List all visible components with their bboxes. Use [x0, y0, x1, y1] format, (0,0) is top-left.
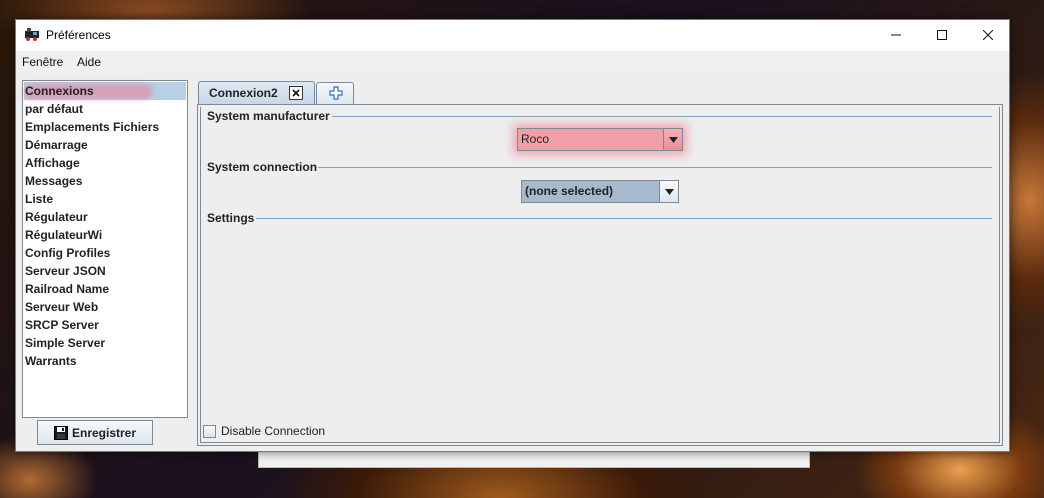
sidebar-item-label: Railroad Name: [25, 282, 110, 296]
preferences-window: Préférences Fenêtre Aide Connexions par …: [15, 19, 1010, 452]
sidebar-item-label: Emplacements Fichiers: [25, 120, 160, 134]
save-button[interactable]: Enregistrer: [37, 420, 153, 445]
menu-aide[interactable]: Aide: [77, 55, 101, 69]
floppy-disk-icon: [53, 425, 68, 440]
sidebar-item-affichage[interactable]: Affichage: [24, 154, 186, 172]
sidebar-item-label: Serveur JSON: [25, 264, 106, 278]
close-button[interactable]: [965, 20, 1011, 50]
system-connection-value: (none selected): [525, 184, 614, 198]
chevron-down-icon: [668, 136, 678, 143]
sidebar-item-warrants[interactable]: Warrants: [24, 352, 186, 370]
tab-close-button[interactable]: [289, 86, 303, 100]
sidebar-item-label: Connexions: [25, 84, 94, 98]
sidebar-item-regulateur[interactable]: Régulateur: [24, 208, 186, 226]
sidebar-item-srcp-server[interactable]: SRCP Server: [24, 316, 186, 334]
dropdown-arrow[interactable]: [659, 181, 678, 202]
maximize-button[interactable]: [919, 20, 965, 50]
connection-tab-panel: [197, 104, 1003, 446]
sidebar-item-emplacements-fichiers[interactable]: Emplacements Fichiers: [24, 118, 186, 136]
title-bar: Préférences: [16, 20, 1009, 51]
minimize-button[interactable]: [873, 20, 919, 50]
tab-panel-inner-border: [200, 107, 1000, 443]
disable-connection-checkbox[interactable]: [203, 424, 216, 438]
sidebar-item-simple-server[interactable]: Simple Server: [24, 334, 186, 352]
sidebar-item-label: Config Profiles: [25, 246, 111, 260]
sidebar-item-label: Simple Server: [25, 336, 106, 350]
menu-bar: Fenêtre Aide: [16, 51, 1009, 73]
sidebar-item-label: Serveur Web: [25, 300, 99, 314]
sidebar-item-label: Affichage: [25, 156, 80, 170]
window-title: Préférences: [46, 28, 111, 42]
system-connection-heading: System connection: [207, 160, 318, 174]
sidebar-item-serveur-json[interactable]: Serveur JSON: [24, 262, 186, 280]
close-icon: [292, 89, 300, 97]
sidebar-item-label: Messages: [25, 174, 83, 188]
minimize-icon: [891, 34, 901, 36]
sidebar-item-connexions[interactable]: Connexions: [24, 82, 186, 100]
system-manufacturer-heading: System manufacturer: [207, 109, 330, 123]
settings-heading: Settings: [207, 211, 255, 225]
sidebar-item-label: Warrants: [25, 354, 77, 368]
chevron-down-icon: [664, 188, 674, 195]
menu-fenetre[interactable]: Fenêtre: [22, 55, 63, 69]
sidebar-item-label: Démarrage: [25, 138, 88, 152]
close-icon: [983, 30, 993, 40]
system-connection-select[interactable]: (none selected): [521, 180, 679, 203]
system-manufacturer-value: Roco: [521, 132, 550, 146]
app-train-icon: [24, 27, 40, 42]
sidebar-item-demarrage[interactable]: Démarrage: [24, 136, 186, 154]
disable-connection-row[interactable]: Disable Connection: [203, 424, 325, 438]
sidebar-item-serveur-web[interactable]: Serveur Web: [24, 298, 186, 316]
sidebar-item-label: Régulateur: [25, 210, 88, 224]
plus-icon: [329, 86, 343, 100]
section-divider: [332, 116, 992, 117]
add-tab-button[interactable]: [316, 82, 354, 105]
maximize-icon: [937, 30, 947, 40]
sidebar-item-label: par défaut: [25, 102, 84, 116]
sidebar-item-par-defaut[interactable]: par défaut: [24, 100, 186, 118]
sidebar-item-config-profiles[interactable]: Config Profiles: [24, 244, 186, 262]
sidebar-item-liste[interactable]: Liste: [24, 190, 186, 208]
tab-label: Connexion2: [209, 86, 278, 100]
dropdown-arrow[interactable]: [663, 129, 682, 150]
system-manufacturer-select[interactable]: Roco: [517, 128, 683, 151]
save-button-label: Enregistrer: [71, 425, 137, 440]
tab-connexion2[interactable]: Connexion2: [198, 81, 315, 105]
section-divider: [256, 218, 992, 219]
preferences-category-list[interactable]: Connexions par défaut Emplacements Fichi…: [22, 80, 188, 418]
sidebar-item-label: SRCP Server: [25, 318, 99, 332]
sidebar-item-label: RégulateurWi: [25, 228, 103, 242]
sidebar-item-regulateurwi[interactable]: RégulateurWi: [24, 226, 186, 244]
sidebar-item-messages[interactable]: Messages: [24, 172, 186, 190]
sidebar-item-railroad-name[interactable]: Railroad Name: [24, 280, 186, 298]
section-divider: [318, 167, 992, 168]
disable-connection-label: Disable Connection: [221, 424, 326, 438]
sidebar-item-label: Liste: [25, 192, 54, 206]
